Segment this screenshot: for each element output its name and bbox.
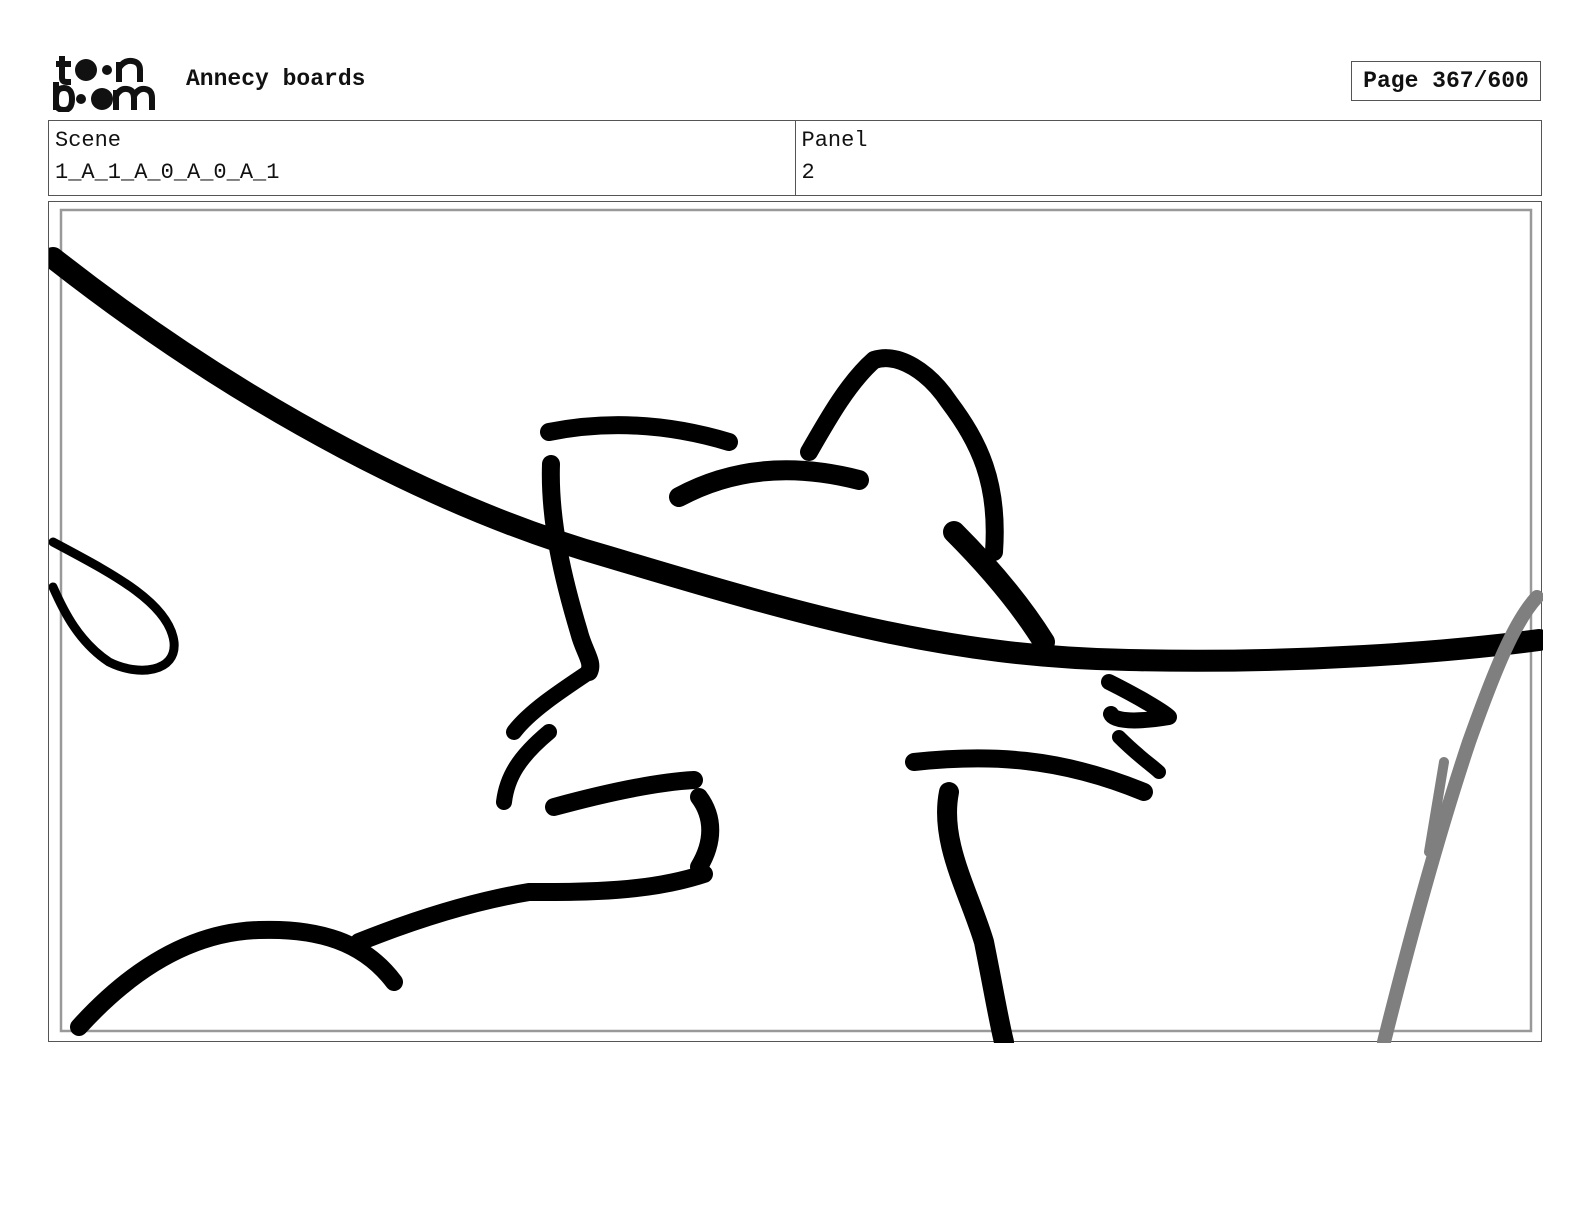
panel-value: 2: [801, 160, 815, 185]
storyboard-panel: [48, 201, 1543, 1043]
panel-label: Panel: [801, 128, 868, 153]
scene-cell: Scene 1_A_1_A_0_A_0_A_1: [49, 121, 795, 195]
page-indicator: Page 367/600: [1351, 61, 1541, 101]
loop-stroke: [49, 537, 179, 675]
scene-value: 1_A_1_A_0_A_0_A_1: [55, 160, 280, 185]
panel-sketch: [49, 208, 1543, 1043]
scene-panel-info-table: Scene 1_A_1_A_0_A_0_A_1 Panel 2: [48, 120, 1542, 196]
panel-cell: Panel 2: [794, 121, 1542, 195]
scene-label: Scene: [55, 128, 122, 153]
toon-boom-logo-mark: [53, 56, 155, 112]
toon-boom-logo: [52, 52, 164, 112]
sketch-strokes: [49, 247, 1543, 1043]
project-title: Annecy boards: [186, 66, 366, 92]
sweep-stroke: [49, 247, 1543, 672]
